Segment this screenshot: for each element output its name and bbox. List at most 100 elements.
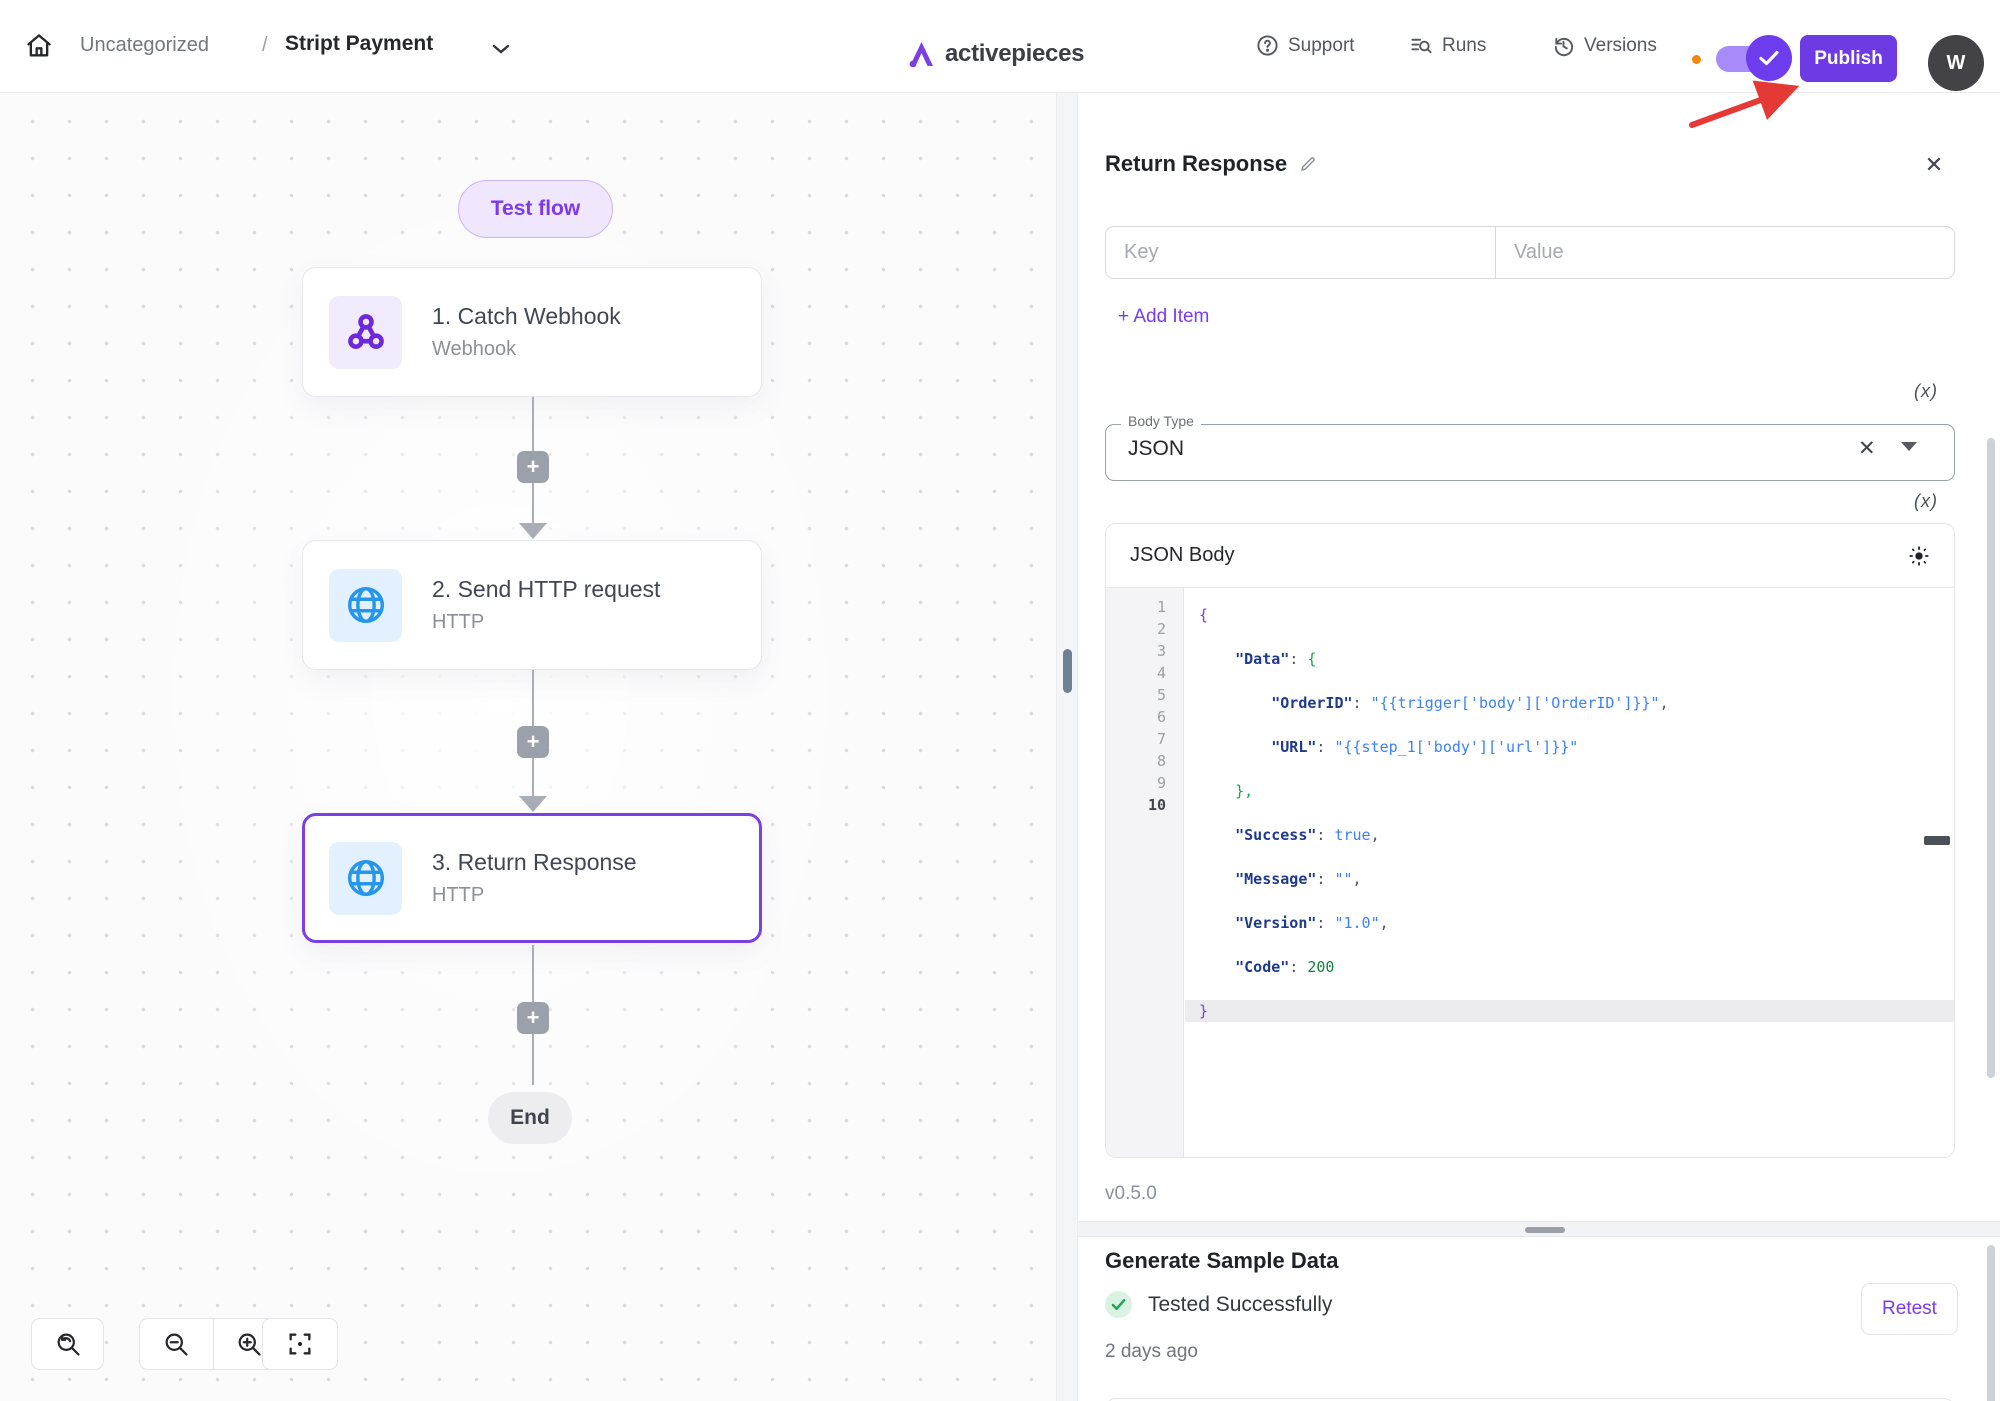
home-icon[interactable] bbox=[25, 32, 53, 60]
line-number: 10 bbox=[1148, 794, 1166, 816]
line-number: 3 bbox=[1157, 640, 1166, 662]
code-editor[interactable]: 12345678910 { "Data": { "OrderID": "{{tr… bbox=[1106, 588, 1954, 1158]
history-icon bbox=[1552, 34, 1575, 57]
key-value-row bbox=[1105, 226, 1955, 279]
user-avatar[interactable]: W bbox=[1928, 35, 1984, 91]
flow-enabled-toggle-knob[interactable] bbox=[1746, 35, 1792, 81]
code-lines: { "Data": { "OrderID": "{{trigger['body'… bbox=[1185, 588, 1954, 816]
clear-icon[interactable]: ✕ bbox=[1858, 436, 1876, 461]
step-settings-panel: Return Response ✕ + Add Item (x) Body Ty… bbox=[1078, 93, 2000, 1401]
line-number: 6 bbox=[1157, 706, 1166, 728]
edit-pencil-icon[interactable] bbox=[1299, 155, 1317, 173]
test-time-label: 2 days ago bbox=[1105, 1341, 1198, 1363]
question-circle-icon bbox=[1256, 34, 1279, 57]
top-bar: Uncategorized / Stript Payment activepie… bbox=[0, 0, 2000, 93]
line-number: 4 bbox=[1157, 662, 1166, 684]
globe-icon bbox=[329, 842, 402, 915]
runs-button[interactable]: Runs bbox=[1409, 34, 1486, 57]
add-step-button[interactable]: + bbox=[517, 1002, 549, 1034]
generate-sample-data-heading: Generate Sample Data bbox=[1105, 1248, 1339, 1274]
brand-logo: activepieces bbox=[908, 40, 1084, 68]
step-card-send-http[interactable]: 2. Send HTTP request HTTP bbox=[302, 540, 762, 670]
code-line: } bbox=[1185, 1000, 1954, 1022]
panel-section-divider-handle[interactable] bbox=[1525, 1227, 1565, 1233]
zoom-reset-button[interactable] bbox=[31, 1318, 104, 1370]
step-card-catch-webhook[interactable]: 1. Catch Webhook Webhook bbox=[302, 267, 762, 397]
body-type-select[interactable] bbox=[1105, 424, 1955, 481]
connector-arrowhead bbox=[519, 523, 547, 539]
panel-scrollbar-thumb[interactable] bbox=[1987, 438, 1995, 1078]
line-number: 9 bbox=[1157, 772, 1166, 794]
brand-name: activepieces bbox=[945, 40, 1084, 68]
panel-header: Return Response bbox=[1105, 151, 1317, 177]
code-line: "Message": "", bbox=[1185, 868, 1954, 890]
line-number: 7 bbox=[1157, 728, 1166, 750]
flow-end-node: End bbox=[488, 1092, 572, 1144]
code-line: }, bbox=[1185, 780, 1954, 802]
breadcrumb-category[interactable]: Uncategorized bbox=[80, 34, 209, 57]
dynamic-value-icon[interactable]: (x) bbox=[1914, 381, 1938, 402]
flow-canvas[interactable]: Test flow 1. Catch Webhook Webhook + bbox=[0, 93, 1056, 1401]
code-line: "Version": "1.0", bbox=[1185, 912, 1954, 934]
add-step-button[interactable]: + bbox=[517, 726, 549, 758]
sparkle-icon[interactable] bbox=[1908, 545, 1930, 567]
line-number: 1 bbox=[1157, 596, 1166, 618]
step-text: 2. Send HTTP request HTTP bbox=[432, 576, 660, 634]
step-title: 3. Return Response bbox=[432, 849, 637, 876]
globe-icon bbox=[329, 569, 402, 642]
support-button[interactable]: Support bbox=[1256, 34, 1355, 57]
json-body-field: JSON Body 12345678910 { "Data": { "Order… bbox=[1105, 523, 1955, 1158]
code-line: { bbox=[1185, 604, 1954, 626]
chevron-down-icon[interactable] bbox=[492, 42, 510, 56]
code-line: "Code": 200 bbox=[1185, 956, 1954, 978]
step-subtitle: Webhook bbox=[432, 338, 621, 361]
code-line: "URL": "{{step_1['body']['url']}}" bbox=[1185, 736, 1954, 758]
code-line: "Data": { bbox=[1185, 648, 1954, 670]
caret-down-icon[interactable] bbox=[1901, 442, 1917, 451]
fit-to-view-button[interactable] bbox=[262, 1318, 338, 1370]
line-number: 8 bbox=[1157, 750, 1166, 772]
breadcrumb-flow-name[interactable]: Stript Payment bbox=[285, 32, 433, 56]
dynamic-value-icon[interactable]: (x) bbox=[1914, 491, 1938, 512]
value-input[interactable] bbox=[1496, 227, 1954, 278]
activepieces-logo-icon bbox=[908, 41, 935, 67]
step-text: 1. Catch Webhook Webhook bbox=[432, 303, 621, 361]
publish-button[interactable]: Publish bbox=[1800, 35, 1897, 82]
test-status-row: Tested Successfully bbox=[1105, 1291, 1332, 1318]
add-step-button[interactable]: + bbox=[517, 451, 549, 483]
retest-button[interactable]: Retest bbox=[1861, 1283, 1958, 1335]
add-item-link[interactable]: + Add Item bbox=[1118, 306, 1209, 328]
test-flow-button[interactable]: Test flow bbox=[458, 180, 613, 238]
code-scrollbar-thumb[interactable] bbox=[1924, 836, 1950, 845]
step-title: 2. Send HTTP request bbox=[432, 576, 660, 603]
json-body-header: JSON Body bbox=[1106, 524, 1954, 588]
panel-scrollbar-thumb[interactable] bbox=[1987, 1245, 1995, 1401]
success-check-icon bbox=[1105, 1291, 1132, 1318]
runs-label: Runs bbox=[1442, 35, 1486, 57]
test-status-label: Tested Successfully bbox=[1148, 1293, 1332, 1317]
line-number: 2 bbox=[1157, 618, 1166, 640]
connector-arrowhead bbox=[519, 796, 547, 812]
code-gutter: 12345678910 bbox=[1106, 588, 1184, 1158]
support-label: Support bbox=[1288, 35, 1355, 57]
code-line: "OrderID": "{{trigger['body']['OrderID']… bbox=[1185, 692, 1954, 714]
panel-resize-divider[interactable] bbox=[1056, 93, 1078, 1401]
close-icon[interactable]: ✕ bbox=[1920, 151, 1948, 179]
body-type-value: JSON bbox=[1128, 437, 1184, 461]
step-title: 1. Catch Webhook bbox=[432, 303, 621, 330]
panel-resize-handle[interactable] bbox=[1063, 649, 1072, 693]
runs-list-search-icon bbox=[1409, 34, 1433, 57]
step-text: 3. Return Response HTTP bbox=[432, 849, 637, 907]
code-line: "Success": true, bbox=[1185, 824, 1954, 846]
json-body-label: JSON Body bbox=[1130, 544, 1234, 567]
body-type-label: Body Type bbox=[1121, 413, 1201, 429]
line-number: 5 bbox=[1157, 684, 1166, 706]
versions-label: Versions bbox=[1584, 35, 1657, 57]
zoom-out-button[interactable] bbox=[140, 1318, 213, 1370]
breadcrumb-separator: / bbox=[262, 34, 268, 57]
step-subtitle: HTTP bbox=[432, 884, 637, 907]
versions-button[interactable]: Versions bbox=[1552, 34, 1657, 57]
step-card-return-response[interactable]: 3. Return Response HTTP bbox=[302, 813, 762, 943]
key-input[interactable] bbox=[1106, 227, 1496, 278]
webhook-icon bbox=[329, 296, 402, 369]
